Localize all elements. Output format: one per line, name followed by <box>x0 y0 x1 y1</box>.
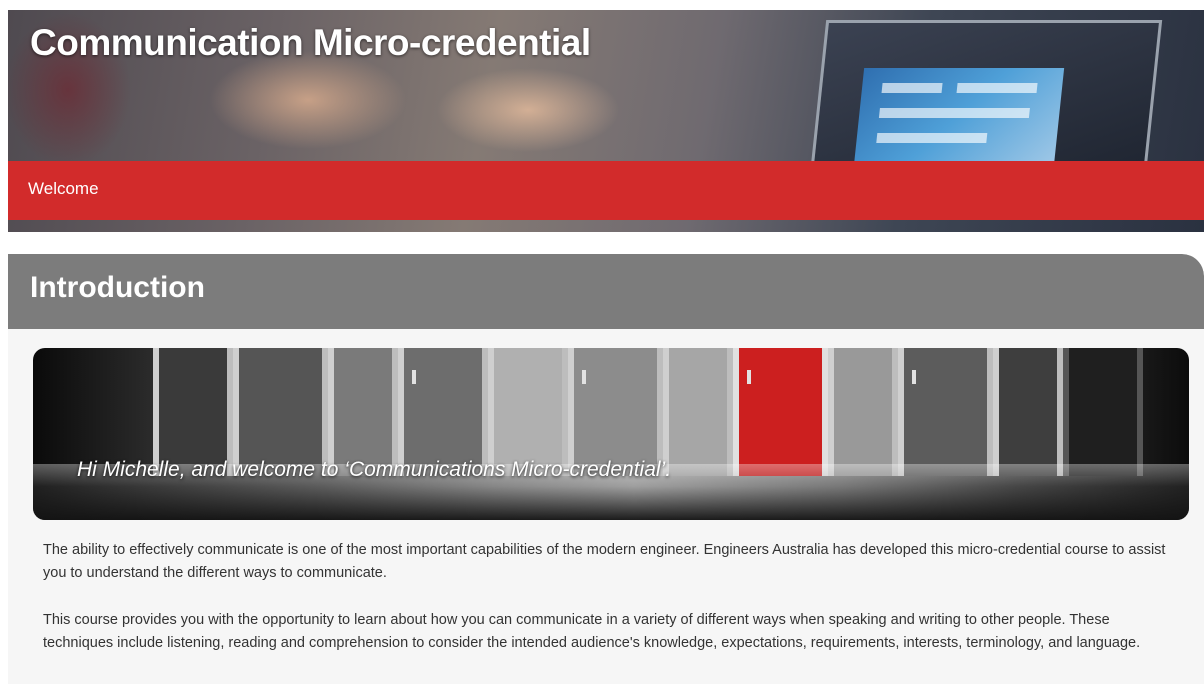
course-banner: Communication Micro-credential Welcome <box>8 10 1204 232</box>
hero-greeting: Hi Michelle, and welcome to ‘Communicati… <box>77 458 672 481</box>
door-graphic <box>993 348 1063 476</box>
door-graphic <box>153 348 233 476</box>
door-graphic <box>1063 348 1143 476</box>
red-door-graphic <box>733 348 828 476</box>
door-graphic <box>568 348 663 476</box>
section-title: Introduction <box>30 271 205 304</box>
door-graphic <box>663 348 733 476</box>
door-graphic <box>328 348 398 476</box>
hero-image: Hi Michelle, and welcome to ‘Communicati… <box>33 348 1189 520</box>
door-graphic <box>828 348 898 476</box>
intro-paragraph: This course provides you with the opport… <box>43 612 1141 651</box>
welcome-bar[interactable]: Welcome <box>8 161 1204 220</box>
door-graphic <box>898 348 993 476</box>
door-graphic <box>488 348 568 476</box>
introduction-section: Introduction Hi Michelle, and welcome to… <box>8 254 1204 684</box>
welcome-link[interactable]: Welcome <box>28 179 99 199</box>
course-title: Communication Micro-credential <box>30 22 591 63</box>
section-header: Introduction <box>8 254 1204 329</box>
door-graphic <box>233 348 328 476</box>
intro-paragraph: The ability to effectively communicate i… <box>43 542 1166 581</box>
door-graphic <box>398 348 488 476</box>
banner-laptop-image <box>809 20 1163 176</box>
